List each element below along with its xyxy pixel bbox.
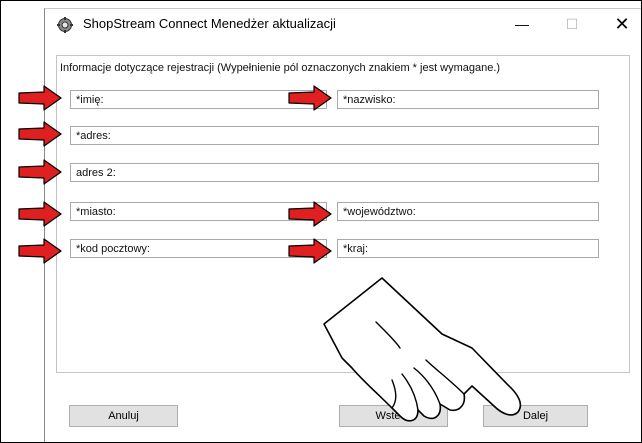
red-arrow-icon xyxy=(18,85,62,111)
last-name-label: *nazwisko: xyxy=(343,94,396,106)
first-name-label: *imię: xyxy=(76,94,104,106)
close-button[interactable]: ✕ xyxy=(607,13,637,35)
red-arrow-icon xyxy=(288,85,332,111)
last-name-field[interactable]: *nazwisko: xyxy=(337,90,599,109)
country-field[interactable]: *kraj: xyxy=(337,239,599,258)
red-arrow-icon xyxy=(18,121,62,147)
address-label: *adres: xyxy=(76,130,111,142)
red-arrow-icon xyxy=(288,201,332,227)
red-arrow-icon xyxy=(18,238,62,264)
province-label: *województwo: xyxy=(343,206,416,218)
section-label: Informacje dotyczące rejestracji (Wypełn… xyxy=(60,62,501,74)
red-arrow-icon xyxy=(18,201,62,227)
address2-field[interactable]: adres 2: xyxy=(70,163,599,182)
postal-code-label: *kod pocztowy: xyxy=(76,243,150,255)
red-arrow-icon xyxy=(288,238,332,264)
country-label: *kraj: xyxy=(343,243,369,255)
province-field[interactable]: *województwo: xyxy=(337,202,599,221)
pointing-hand-icon xyxy=(323,277,522,422)
address2-label: adres 2: xyxy=(76,167,116,179)
city-label: *miasto: xyxy=(76,206,116,218)
red-arrow-icon xyxy=(18,159,62,185)
window-title: ShopStream Connect Menedżer aktualizacji xyxy=(83,16,336,31)
minimize-button[interactable]: — xyxy=(507,13,537,35)
cancel-button[interactable]: Anuluj xyxy=(69,405,178,427)
address-field[interactable]: *adres: xyxy=(70,126,599,145)
shopstream-gear-icon xyxy=(57,17,73,33)
maximize-button[interactable]: ☐ xyxy=(557,13,587,35)
title-bar[interactable]: ShopStream Connect Menedżer aktualizacji… xyxy=(45,9,641,40)
